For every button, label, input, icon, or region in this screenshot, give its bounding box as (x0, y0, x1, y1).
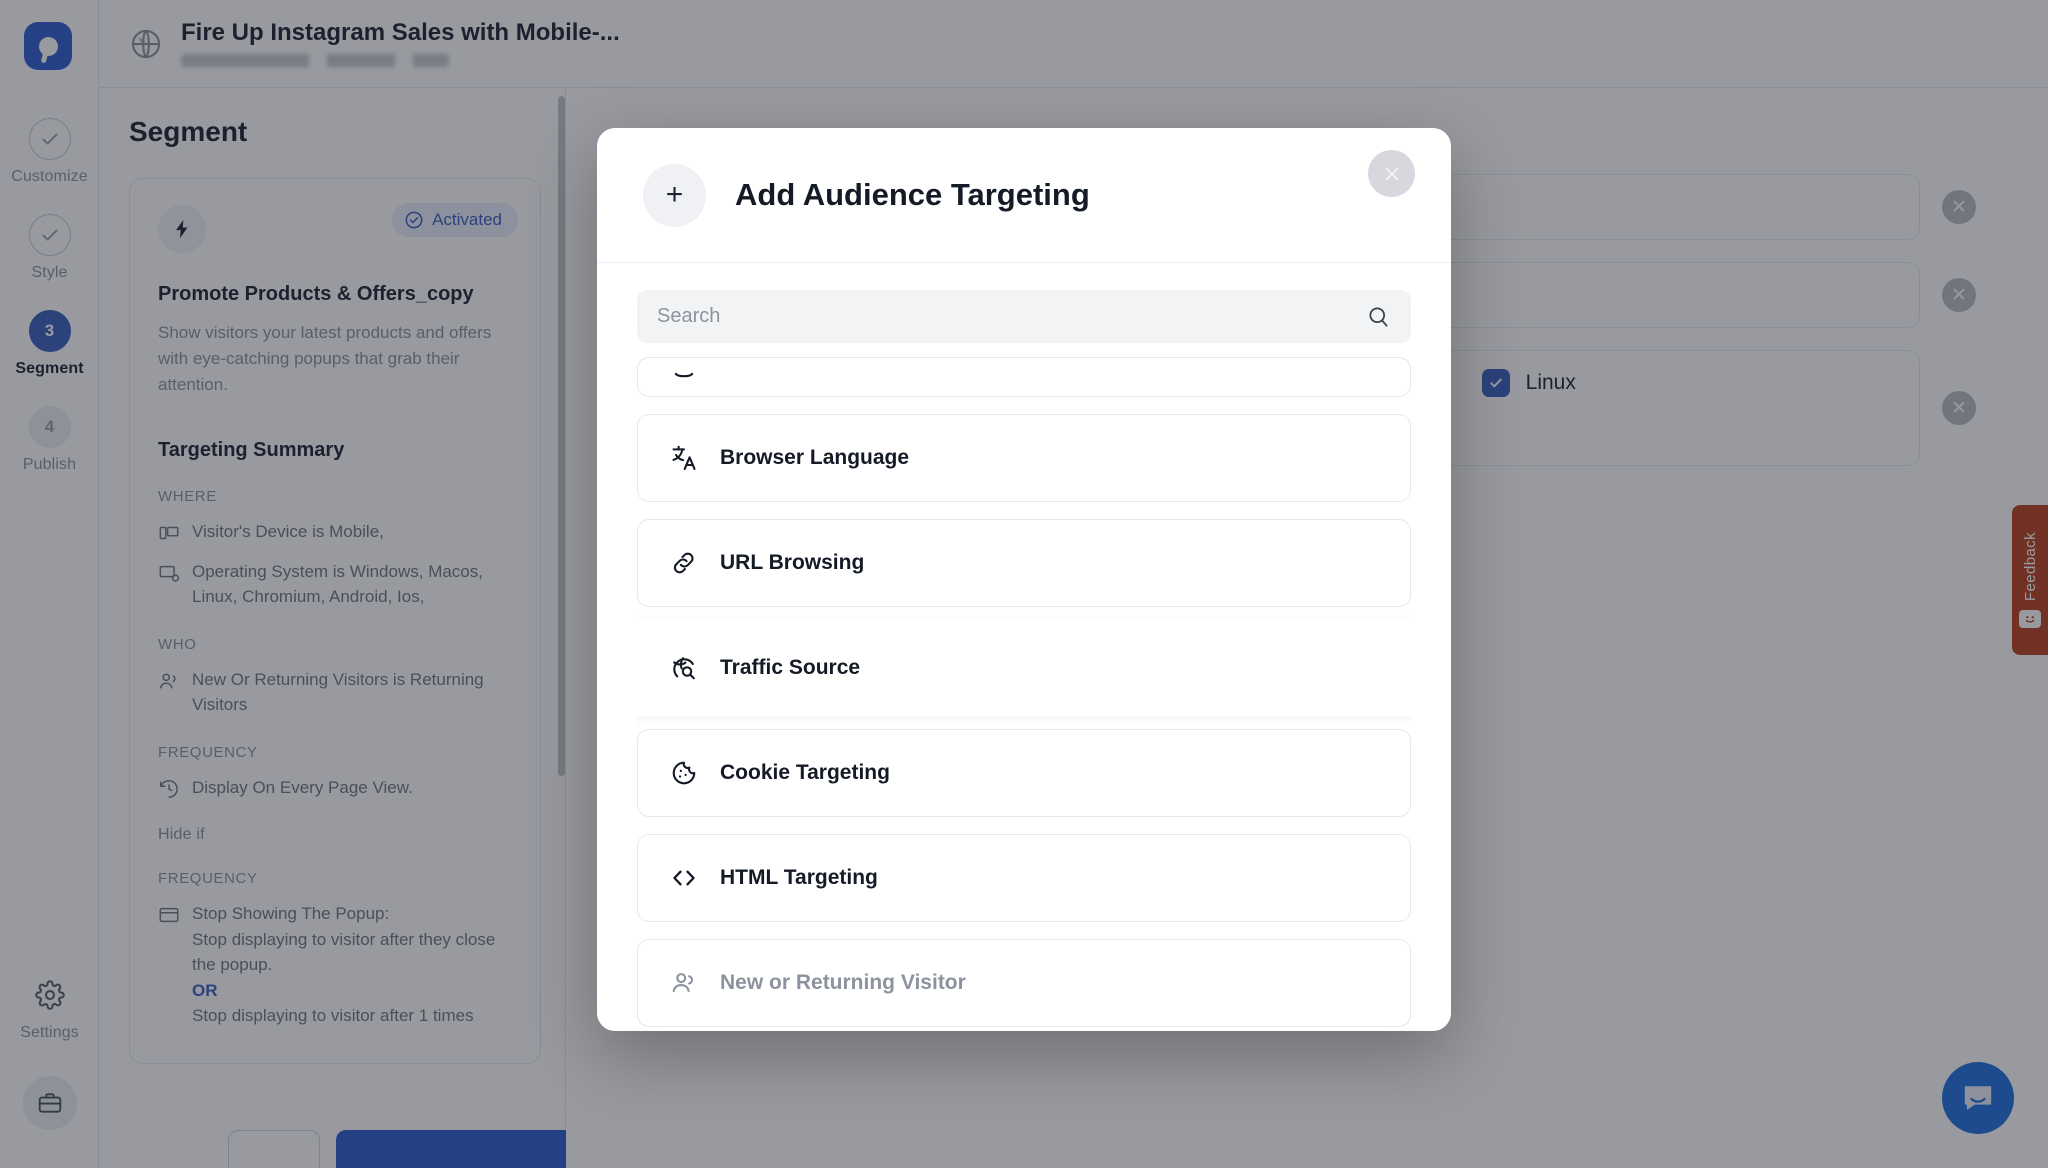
list-item-partial[interactable] (637, 357, 1411, 397)
targeting-option-list: Browser Language URL Browsing Traffic So… (637, 357, 1411, 1031)
modal-title: Add Audience Targeting (735, 177, 1090, 212)
list-item-browser-language[interactable]: Browser Language (637, 414, 1411, 502)
list-item-html-targeting-label: HTML Targeting (720, 866, 878, 889)
list-item-cookie-targeting[interactable]: Cookie Targeting (637, 729, 1411, 817)
plus-icon: + (643, 163, 706, 227)
list-item-traffic-source-label: Traffic Source (720, 656, 861, 679)
modal-body: Browser Language URL Browsing (597, 263, 1451, 1031)
search-icon[interactable] (1366, 304, 1391, 329)
list-item-new-or-returning-visitor-label: New or Returning Visitor (720, 971, 966, 994)
traffic-source-icon (673, 657, 695, 680)
close-icon (1385, 167, 1398, 180)
list-item-cookie-targeting-label: Cookie Targeting (720, 761, 890, 784)
close-button[interactable] (1368, 150, 1415, 197)
translate-icon (672, 445, 696, 471)
list-item-url-browsing[interactable]: URL Browsing (637, 519, 1411, 607)
list-item-new-or-returning-visitor[interactable]: New or Returning Visitor (637, 939, 1411, 1027)
list-item-html-targeting[interactable]: HTML Targeting (637, 834, 1411, 922)
list-item-traffic-source[interactable]: Traffic Source (637, 624, 1411, 712)
app-root: Customize Style 3 Segment 4 Publish Sett… (0, 0, 2048, 1168)
search-input[interactable] (657, 305, 1366, 328)
users-icon (672, 973, 693, 992)
add-audience-targeting-modal: + Add Audience Targeting Search Browser … (597, 128, 1451, 1031)
partial-icon (674, 372, 694, 378)
list-item-browser-language-label: Browser Language (720, 446, 910, 469)
list-item-url-browsing-label: URL Browsing (720, 551, 865, 574)
cookie-icon (672, 761, 696, 785)
search-bar[interactable] (637, 290, 1411, 343)
modal-header: + Add Audience Targeting (597, 128, 1451, 263)
code-icon (673, 870, 695, 886)
link-icon (673, 552, 694, 574)
